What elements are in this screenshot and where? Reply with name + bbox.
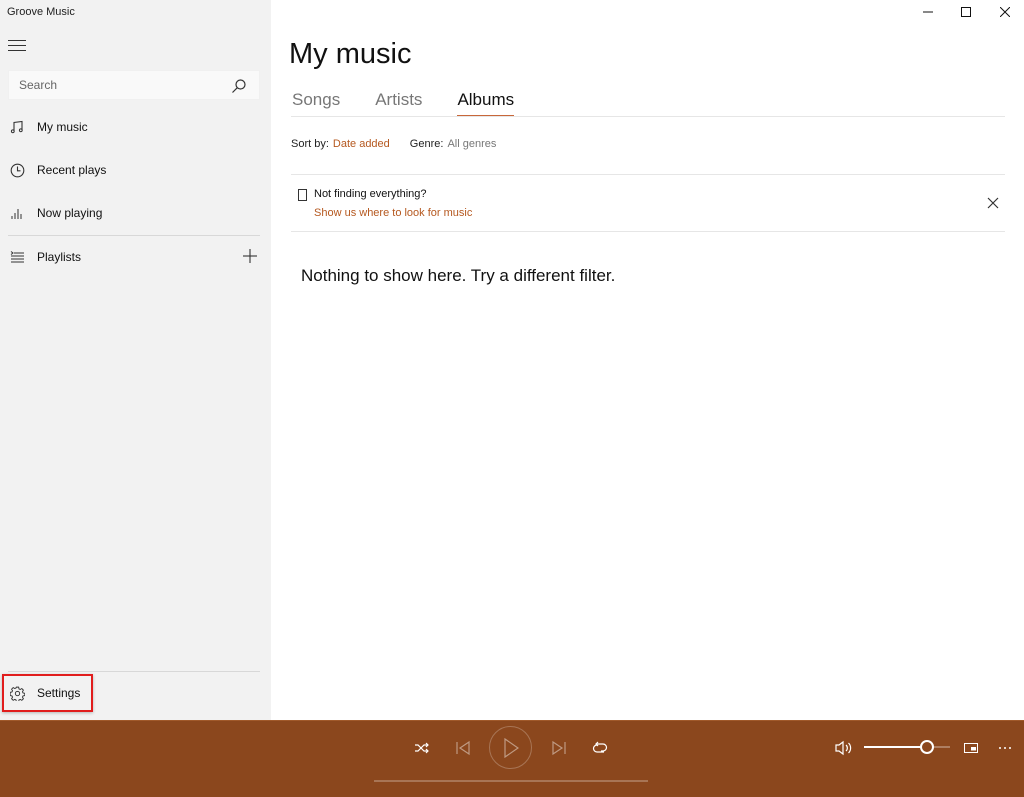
volume-slider-thumb[interactable] bbox=[919, 740, 934, 754]
music-note-icon bbox=[0, 120, 36, 134]
app-title: Groove Music bbox=[7, 6, 75, 18]
shuffle-icon bbox=[415, 742, 429, 754]
main-content: My music Songs Artists Albums Sort by: D… bbox=[271, 0, 1024, 720]
maximize-button[interactable] bbox=[946, 0, 986, 24]
banner-divider-bottom bbox=[291, 231, 1005, 232]
playlist-icon bbox=[0, 250, 36, 264]
genre-label: Genre: bbox=[409, 138, 444, 150]
sidebar: Groove Music My music Recent plays Now p… bbox=[0, 0, 271, 720]
settings-highlight-box bbox=[2, 674, 93, 712]
mini-player-icon bbox=[964, 743, 978, 753]
sidebar-item-label: My music bbox=[37, 120, 88, 134]
sidebar-item-label: Recent plays bbox=[37, 163, 107, 177]
clock-icon bbox=[0, 163, 36, 178]
player-bar bbox=[0, 720, 1024, 797]
sidebar-item-playlists[interactable]: Playlists bbox=[0, 237, 271, 277]
sidebar-item-now-playing[interactable]: Now playing bbox=[0, 193, 271, 233]
shuffle-button[interactable] bbox=[407, 736, 437, 760]
repeat-icon bbox=[592, 741, 608, 753]
more-icon bbox=[999, 747, 1011, 749]
previous-button[interactable] bbox=[448, 736, 478, 760]
tab-divider bbox=[291, 116, 1005, 117]
maximize-icon bbox=[961, 7, 971, 17]
sidebar-divider bbox=[8, 671, 260, 672]
tab-albums[interactable]: Albums bbox=[457, 90, 515, 117]
add-playlist-button[interactable] bbox=[243, 249, 257, 263]
next-icon bbox=[552, 740, 566, 756]
page-title: My music bbox=[289, 38, 412, 70]
close-banner-button[interactable] bbox=[986, 196, 1000, 210]
banner-title: Not finding everything? bbox=[314, 188, 427, 200]
sidebar-divider bbox=[8, 235, 260, 236]
next-button[interactable] bbox=[544, 736, 574, 760]
speaker-icon bbox=[835, 740, 852, 756]
tab-songs[interactable]: Songs bbox=[292, 90, 340, 117]
previous-icon bbox=[456, 740, 470, 756]
volume-slider[interactable] bbox=[864, 740, 950, 754]
play-icon bbox=[503, 737, 519, 758]
tab-bar: Songs Artists Albums bbox=[292, 90, 549, 117]
volume-button[interactable] bbox=[829, 736, 859, 760]
close-icon bbox=[1000, 7, 1010, 17]
more-options-button[interactable] bbox=[990, 736, 1020, 760]
sidebar-item-label: Playlists bbox=[37, 250, 82, 264]
filter-bar: Sort by: Date added Genre: All genres bbox=[291, 138, 496, 150]
play-button[interactable] bbox=[489, 726, 532, 769]
sort-label: Sort by: bbox=[291, 138, 329, 150]
document-icon bbox=[298, 189, 307, 201]
search-box bbox=[8, 70, 260, 100]
minimize-button[interactable] bbox=[908, 0, 948, 24]
sidebar-item-label: Now playing bbox=[37, 206, 103, 220]
repeat-button[interactable] bbox=[585, 736, 615, 760]
minimize-icon bbox=[923, 11, 933, 13]
sidebar-item-my-music[interactable]: My music bbox=[0, 107, 271, 147]
volume-slider-fill bbox=[864, 746, 927, 748]
banner-divider-top bbox=[291, 174, 1005, 175]
sidebar-item-recent-plays[interactable]: Recent plays bbox=[0, 150, 271, 190]
search-icon[interactable] bbox=[231, 78, 247, 94]
sort-dropdown[interactable]: Date added bbox=[333, 138, 390, 150]
search-input[interactable] bbox=[9, 71, 219, 99]
mini-player-button[interactable] bbox=[956, 736, 986, 760]
playback-progress-bar[interactable] bbox=[374, 780, 648, 782]
show-music-locations-link[interactable]: Show us where to look for music bbox=[314, 207, 472, 219]
hamburger-menu-button[interactable] bbox=[8, 40, 26, 54]
genre-dropdown[interactable]: All genres bbox=[447, 138, 496, 150]
equalizer-icon bbox=[0, 206, 36, 220]
tab-artists[interactable]: Artists bbox=[375, 90, 422, 117]
close-window-button[interactable] bbox=[985, 0, 1024, 24]
empty-state-message: Nothing to show here. Try a different fi… bbox=[301, 266, 616, 285]
